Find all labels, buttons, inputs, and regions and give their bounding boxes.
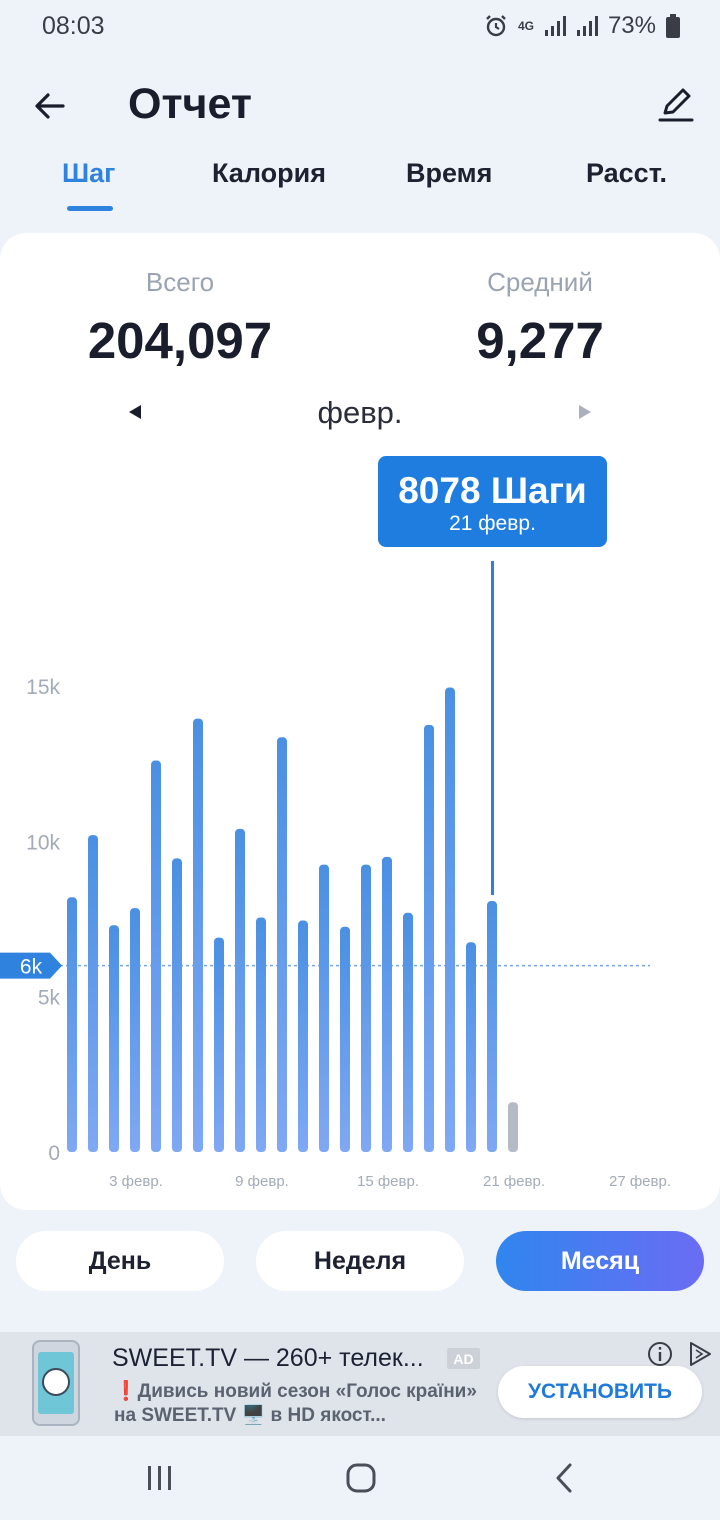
tab-time[interactable]: Время: [406, 158, 492, 189]
x-tick-label: 27 февр.: [609, 1173, 671, 1190]
back-button[interactable]: [28, 84, 72, 128]
tab-calories[interactable]: Калория: [212, 158, 326, 189]
back-nav-button[interactable]: [542, 1458, 586, 1498]
y-tick-label: 0: [48, 1142, 60, 1165]
report-card: Всего 204,097 Средний 9,277 февр. 0 5k 10k…: [0, 233, 720, 1210]
y-tick-label: 15k: [26, 676, 60, 699]
bar-day-2[interactable]: [88, 835, 98, 1152]
goal-badge-label: 6k: [20, 956, 43, 979]
period-week-button[interactable]: Неделя: [256, 1231, 464, 1291]
bar-day-5[interactable]: [151, 760, 161, 1152]
system-nav-bar: [0, 1436, 720, 1520]
tab-steps[interactable]: Шаг: [62, 158, 115, 189]
x-tick-label: 9 февр.: [235, 1173, 289, 1190]
signal-icon-2: [576, 16, 598, 36]
bar-day-15[interactable]: [361, 864, 371, 1152]
pencil-icon: [658, 88, 694, 122]
clock-icon: [42, 1368, 70, 1396]
bar-day-7[interactable]: [193, 718, 203, 1152]
x-tick-label: 15 февр.: [357, 1173, 419, 1190]
home-icon: [346, 1463, 376, 1493]
ad-title: SWEET.TV — 260+ телек...: [112, 1344, 424, 1372]
bar-day-4[interactable]: [130, 908, 140, 1152]
bar-day-16[interactable]: [382, 856, 392, 1152]
arrow-left-icon: [35, 93, 65, 119]
bar-day-19[interactable]: [445, 687, 455, 1152]
bar-day-8[interactable]: [214, 937, 224, 1152]
bar-day-14[interactable]: [340, 926, 350, 1152]
status-icons: 4G 73%: [484, 12, 680, 40]
ad-banner[interactable]: SWEET.TV — 260+ телек... AD ❗Дивись нови…: [0, 1332, 720, 1436]
home-button[interactable]: [339, 1458, 383, 1498]
y-tick-label: 5k: [38, 987, 61, 1010]
battery-icon: [666, 14, 680, 38]
page-title: Отчет: [128, 80, 252, 128]
active-tab-indicator: [67, 206, 113, 211]
bar-day-10[interactable]: [256, 917, 266, 1152]
x-tick-label: 3 февр.: [109, 1173, 163, 1190]
alarm-icon: [486, 15, 506, 37]
bar-day-9[interactable]: [235, 828, 245, 1152]
recent-apps-icon: [148, 1466, 171, 1490]
ad-choices-icon[interactable]: [686, 1340, 714, 1368]
status-bar: 08:03 4G 73%: [0, 0, 720, 56]
bar-day-3[interactable]: [109, 925, 119, 1152]
bar-day-21[interactable]: [487, 901, 497, 1152]
ad-install-button[interactable]: УСТАНОВИТЬ: [498, 1366, 702, 1418]
tooltip-value: 8078 Шаги: [398, 470, 587, 511]
x-tick-label: 21 февр.: [483, 1173, 545, 1190]
bar-day-1[interactable]: [67, 897, 77, 1152]
bar-day-6[interactable]: [172, 858, 182, 1152]
period-day-button[interactable]: День: [16, 1231, 224, 1291]
steps-bar-chart: 0 5k 10k 15k 6k 3 февр. 9 февр. 15 февр. 21 фе…: [0, 676, 671, 1190]
period-month-button[interactable]: Месяц: [496, 1231, 704, 1291]
bar-day-12[interactable]: [298, 920, 308, 1152]
tooltip-pointer-line: [491, 561, 494, 895]
recent-apps-button[interactable]: [138, 1458, 182, 1498]
info-icon[interactable]: [646, 1340, 674, 1368]
bar-day-22[interactable]: [508, 1102, 518, 1152]
bar-day-13[interactable]: [319, 864, 329, 1152]
signal-icon: [544, 16, 566, 36]
app-header: Отчет: [0, 70, 720, 140]
battery-percent: 73%: [607, 12, 656, 39]
ad-app-icon: [32, 1340, 80, 1426]
ad-description: ❗Дивись новий сезон «Голос країни» на SW…: [114, 1381, 477, 1426]
bar-day-20[interactable]: [466, 942, 476, 1152]
network-type-label: 4G: [517, 19, 534, 33]
bar-day-17[interactable]: [403, 912, 413, 1152]
chevron-left-icon: [556, 1463, 572, 1493]
bar-day-18[interactable]: [424, 724, 434, 1152]
tooltip-date: 21 февр.: [449, 512, 536, 535]
tab-distance[interactable]: Расст.: [586, 158, 667, 189]
bar-day-11[interactable]: [277, 737, 287, 1152]
selected-day-tooltip: 8078 Шаги 21 февр.: [378, 456, 607, 547]
ad-badge: AD: [447, 1348, 480, 1369]
status-time: 08:03: [42, 12, 105, 40]
y-tick-label: 10k: [26, 831, 60, 854]
edit-button[interactable]: [654, 82, 698, 126]
metric-tabs: Шаг Калория Время Расст.: [0, 150, 720, 216]
